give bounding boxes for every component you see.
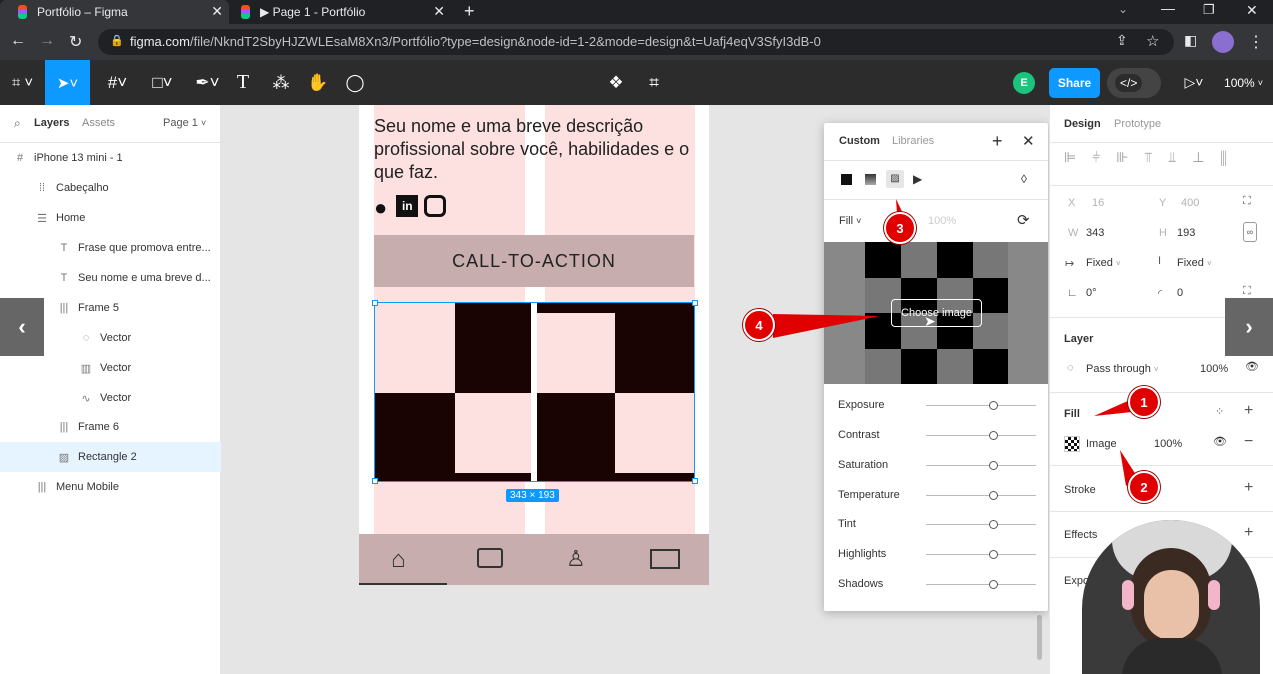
annotation-arrow-1 [1094,400,1132,416]
annotation-arrow-4 [773,314,880,338]
annotation-badge-4: 4 [743,309,775,341]
annotation-badge-3: 3 [884,212,916,244]
annotation-layer [773,199,1138,486]
annotation-badge-1: 1 [1128,386,1160,418]
annotation-badge-2: 2 [1128,471,1160,503]
